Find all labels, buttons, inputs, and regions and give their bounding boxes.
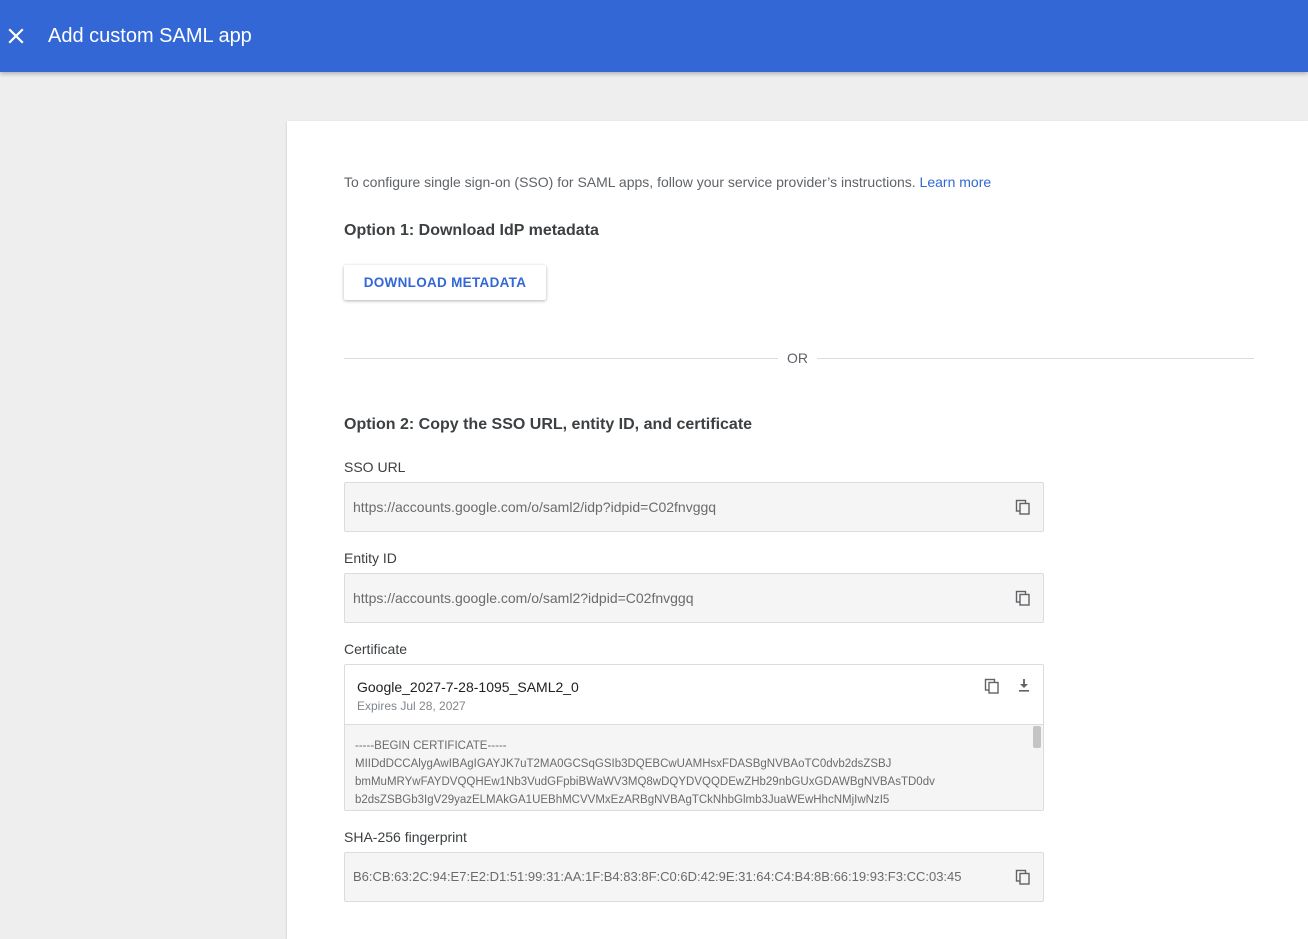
copy-icon[interactable]	[1015, 590, 1031, 606]
option1-heading: Option 1: Download IdP metadata	[344, 222, 599, 239]
download-metadata-button[interactable]: DOWNLOAD METADATA	[344, 265, 546, 300]
certificate-panel: Google_2027-7-28-1095_SAML2_0 Expires Ju…	[344, 664, 1044, 811]
sso-url-copy-button[interactable]	[1015, 499, 1031, 515]
close-icon[interactable]	[8, 28, 24, 44]
sso-url-field[interactable]: https://accounts.google.com/o/saml2/idp?…	[344, 482, 1044, 532]
certificate-text[interactable]: -----BEGIN CERTIFICATE----- MIIDdDCCAlyg…	[355, 737, 935, 809]
copy-icon[interactable]	[984, 678, 1000, 694]
certificate-name: Google_2027-7-28-1095_SAML2_0	[357, 679, 579, 695]
certificate-label: Certificate	[344, 641, 408, 657]
entity-id-copy-button[interactable]	[1015, 590, 1031, 606]
certificate-text-area[interactable]: -----BEGIN CERTIFICATE----- MIIDdDCCAlyg…	[345, 724, 1043, 810]
intro-description: To configure single sign-on (SSO) for SA…	[344, 174, 916, 190]
saml-config-card: To configure single sign-on (SSO) for SA…	[287, 121, 1308, 939]
download-icon[interactable]	[1016, 677, 1032, 693]
sso-url-label: SSO URL	[344, 459, 406, 475]
certificate-scrollbar[interactable]	[1033, 726, 1041, 748]
intro-text: To configure single sign-on (SSO) for SA…	[344, 173, 991, 191]
certificate-line: bmMuMRYwFAYDVQQHEw1Nb3VudGFpbiBWaWV3MQ8w…	[355, 776, 935, 788]
option2-heading: Option 2: Copy the SSO URL, entity ID, a…	[344, 416, 753, 433]
divider-left	[344, 358, 778, 359]
divider-right	[817, 358, 1254, 359]
close-button[interactable]	[4, 24, 28, 48]
fingerprint-value[interactable]: B6:CB:63:2C:94:E7:E2:D1:51:99:31:AA:1F:B…	[353, 868, 962, 886]
fingerprint-copy-button[interactable]	[1015, 869, 1031, 885]
entity-id-field[interactable]: https://accounts.google.com/o/saml2?idpi…	[344, 573, 1044, 623]
certificate-line: MIIDdDCCAlygAwIBAgIGAYJK7uT2MA0GCSqGSIb3…	[355, 758, 892, 770]
fingerprint-field[interactable]: B6:CB:63:2C:94:E7:E2:D1:51:99:31:AA:1F:B…	[344, 852, 1044, 902]
app-header: Add custom SAML app	[0, 0, 1308, 72]
or-divider-label: OR	[787, 350, 808, 366]
learn-more-link[interactable]: Learn more	[920, 174, 992, 190]
entity-id-value[interactable]: https://accounts.google.com/o/saml2?idpi…	[353, 589, 694, 607]
copy-icon[interactable]	[1015, 499, 1031, 515]
fingerprint-label: SHA-256 fingerprint	[344, 829, 467, 845]
certificate-copy-button[interactable]	[984, 678, 1000, 694]
certificate-download-button[interactable]	[1016, 677, 1032, 693]
certificate-expiry: Expires Jul 28, 2027	[357, 699, 466, 713]
entity-id-label: Entity ID	[344, 550, 397, 566]
sso-url-value[interactable]: https://accounts.google.com/o/saml2/idp?…	[353, 498, 716, 516]
certificate-line: -----BEGIN CERTIFICATE-----	[355, 740, 507, 752]
copy-icon[interactable]	[1015, 869, 1031, 885]
certificate-line: b2dsZSBGb3IgV29yazELMAkGA1UEBhMCVVMxEzAR…	[355, 794, 890, 806]
page-title: Add custom SAML app	[48, 25, 252, 47]
